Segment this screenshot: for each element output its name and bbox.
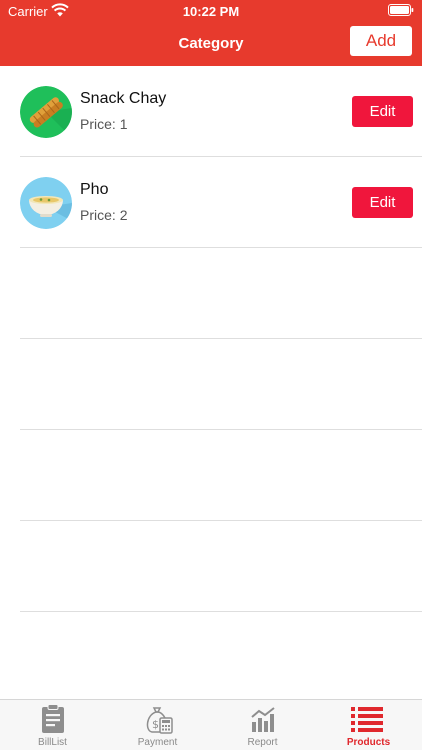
list-item[interactable]: Snack Chay Price: 1 Edit	[0, 66, 422, 157]
product-price: Price: 2	[80, 207, 128, 223]
tab-label: Report	[247, 737, 278, 748]
product-list: Snack Chay Price: 1 Edit Pho Price: 2 Ed…	[0, 66, 422, 612]
status-time: 10:22 PM	[182, 4, 240, 19]
money-bag-calculator-icon: $	[146, 707, 173, 734]
bar-chart-icon	[251, 707, 275, 732]
list-item[interactable]: Pho Price: 2 Edit	[0, 157, 422, 248]
status-bar: Carrier 10:22 PM	[0, 0, 422, 22]
tab-billlist[interactable]: BillList	[0, 700, 105, 750]
fried-dough-icon	[20, 86, 72, 138]
soup-bowl-icon	[20, 177, 72, 229]
product-name: Pho	[80, 181, 109, 198]
empty-row	[0, 248, 422, 339]
edit-button[interactable]: Edit	[352, 96, 413, 127]
tab-products[interactable]: Products	[315, 700, 422, 750]
screen: Carrier 10:22 PM Category Add Snack Chay…	[0, 0, 422, 750]
product-name: Snack Chay	[80, 90, 167, 107]
add-button[interactable]: Add	[350, 26, 412, 56]
tab-report[interactable]: Report	[210, 700, 315, 750]
empty-row	[0, 521, 422, 612]
row-divider	[20, 611, 422, 612]
tab-label: Payment	[137, 737, 178, 748]
tab-bar: BillList $ Payment Report Products	[0, 699, 422, 750]
clipboard-icon	[42, 704, 64, 733]
battery-icon	[388, 4, 414, 16]
empty-row	[0, 430, 422, 521]
navigation-header: Carrier 10:22 PM Category Add	[0, 0, 422, 66]
price-value: 1	[119, 116, 128, 132]
edit-button[interactable]: Edit	[352, 187, 413, 218]
tab-label: BillList	[38, 737, 67, 748]
price-value: 2	[119, 207, 128, 223]
price-label: Price:	[80, 116, 116, 132]
list-icon	[351, 707, 383, 732]
tab-label: Products	[346, 737, 391, 748]
tab-payment[interactable]: $ Payment	[105, 700, 210, 750]
svg-text:$: $	[152, 718, 159, 731]
price-label: Price:	[80, 207, 116, 223]
product-price: Price: 1	[80, 116, 128, 132]
empty-row	[0, 339, 422, 430]
